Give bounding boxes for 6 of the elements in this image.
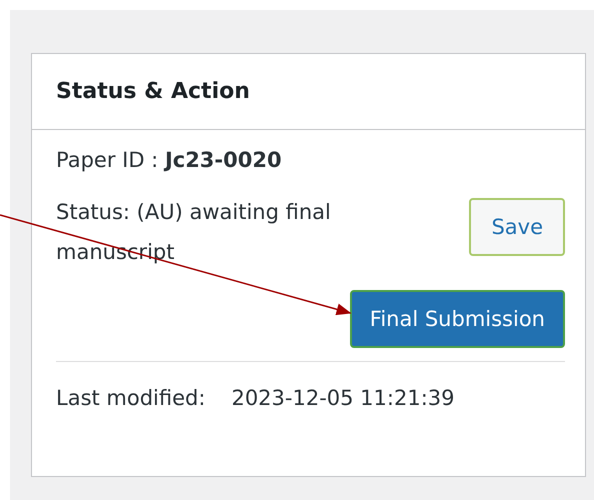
submit-button[interactable]: Final Submission [350, 290, 565, 348]
panel-title: Status & Action [56, 79, 250, 104]
paper-id: Paper ID : Jc23-0020 [56, 148, 283, 172]
last-modified-value: 2023-12-05 11:21:39 [231, 386, 454, 410]
save-button[interactable]: Save [469, 198, 565, 256]
last-modified-label: Last modified: [56, 386, 206, 410]
